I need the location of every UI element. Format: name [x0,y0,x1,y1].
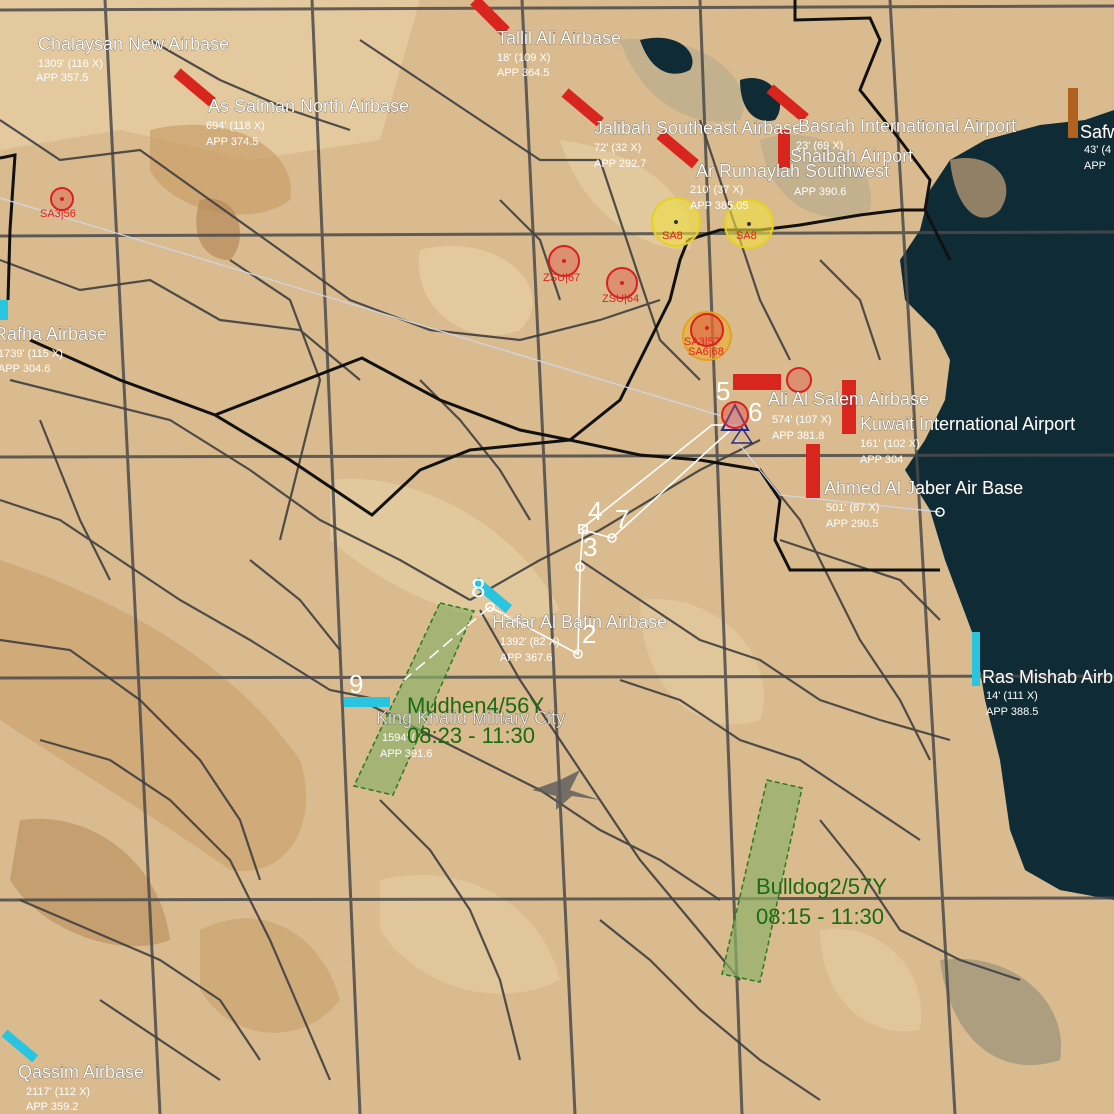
airbase-name: Basrah International Airport [798,116,1016,136]
airbase-elev: 1739' (115 X) [0,348,63,360]
threat-label: SA6|68 [688,346,724,358]
waypoint-label[interactable]: 6 [748,397,762,427]
airbase-name: Safwan [1080,122,1114,142]
airbase-app: APP [1084,160,1106,172]
airbase-app: APP 304 [860,454,903,466]
airbase-elev: 1309' (116 X) [38,58,103,70]
airbase-elev: 23' (69 X) [796,140,843,152]
runway-icon[interactable] [806,444,820,498]
airbase-name: Tallil Ali Airbase [497,28,621,48]
airbase-name: Qassim Airbase [18,1062,144,1082]
airbase-name: As Salman North Airbase [208,96,409,116]
airbase-app: APP 292.7 [594,158,646,170]
airbase-elev: 2117' (112 X) [26,1086,90,1098]
threat-label: ZSU|64 [602,293,639,305]
airbase-elev: 161' (102 X) [860,438,920,450]
airbase-app: APP 391.6 [380,748,432,760]
package-callsign: Bulldog2/57Y [756,874,887,899]
threat-label: SA8 [736,230,757,242]
airbase-elev: 210' (37 X) [690,184,743,196]
airbase-basrah[interactable]: Basrah International Airport [798,116,1017,137]
runway-icon[interactable] [0,300,8,320]
waypoint-label[interactable]: 7 [615,504,629,534]
waypoint-label[interactable]: 3 [583,532,597,562]
waypoint-label[interactable]: 4 [588,496,602,526]
airbase-elev: 574' (107 X) [772,414,832,426]
airbase-name: Ahmed Al Jaber Air Base [824,478,1023,498]
waypoint-label[interactable]: 2 [582,619,596,649]
airbase-elev: 694' (118 X) [206,120,265,132]
threat-sa3-57[interactable]: SA3|57 SA6|68 [682,311,732,361]
threat-label: ZSU|67 [543,272,580,284]
airbase-app: APP 381.8 [772,430,824,442]
airbase-app: APP 385.05 [690,200,749,212]
airbase-elev: 14' (111 X) [986,690,1038,702]
package-time: 08:15 - 11:30 [756,904,884,929]
airbase-elev: 501' (87 X) [826,502,879,514]
waypoint-label[interactable]: 9 [349,669,363,699]
airbase-app: APP 290.5 [826,518,878,530]
airbase-name: Ali Al Salem Airbase [768,389,929,409]
airbase-name: Hafar Al Batin Airbase [492,612,667,632]
airbase-app: APP 304.6 [0,363,50,375]
runway-icon[interactable] [733,374,781,390]
airbase-app: APP 374.5 [206,136,258,148]
threat-label: SA3|56 [40,208,76,220]
waypoint-label[interactable]: 8 [471,573,485,603]
airbase-name: Chalaysan New Airbase [38,34,229,54]
airbase-app: APP 359.2 [26,1101,78,1113]
threat-label: SA8 [662,230,683,242]
airbase-name: Kuwait International Airport [860,414,1075,434]
airbase-elev: 18' (109 X) [497,52,550,64]
airbase-app: APP 388.5 [986,706,1038,718]
theater-map[interactable]: SA3|56 ZSU|67 ZSU|64 SA8 SA8 SA3|57 SA6|… [0,0,1114,1114]
airbase-elev: 72' (32 X) [594,142,641,154]
airbase-app: APP 357.5 [36,72,88,84]
runway-icon[interactable] [1068,88,1078,138]
runway-icon[interactable] [972,632,980,686]
airbase-app: APP 390.6 [794,186,846,198]
airbase-name: Jalibah Southeast Airbase [594,118,802,138]
airbase-name: Ras Mishab Airbase [982,667,1114,687]
airbase-elev: 43' (4 [1084,144,1111,156]
waypoint-label[interactable]: 5 [716,376,730,406]
airbase-name: Rafha Airbase [0,324,107,344]
package-time: 08:23 - 11:30 [407,723,535,748]
package-callsign: Mudhen4/56Y [407,693,544,718]
airbase-app: APP 367.6 [500,652,552,664]
airbase-name: Ar Rumaylah Southwest [696,161,889,181]
airbase-app: APP 364.5 [497,67,549,79]
airbase-elev: 1392' (82 X) [500,636,560,648]
